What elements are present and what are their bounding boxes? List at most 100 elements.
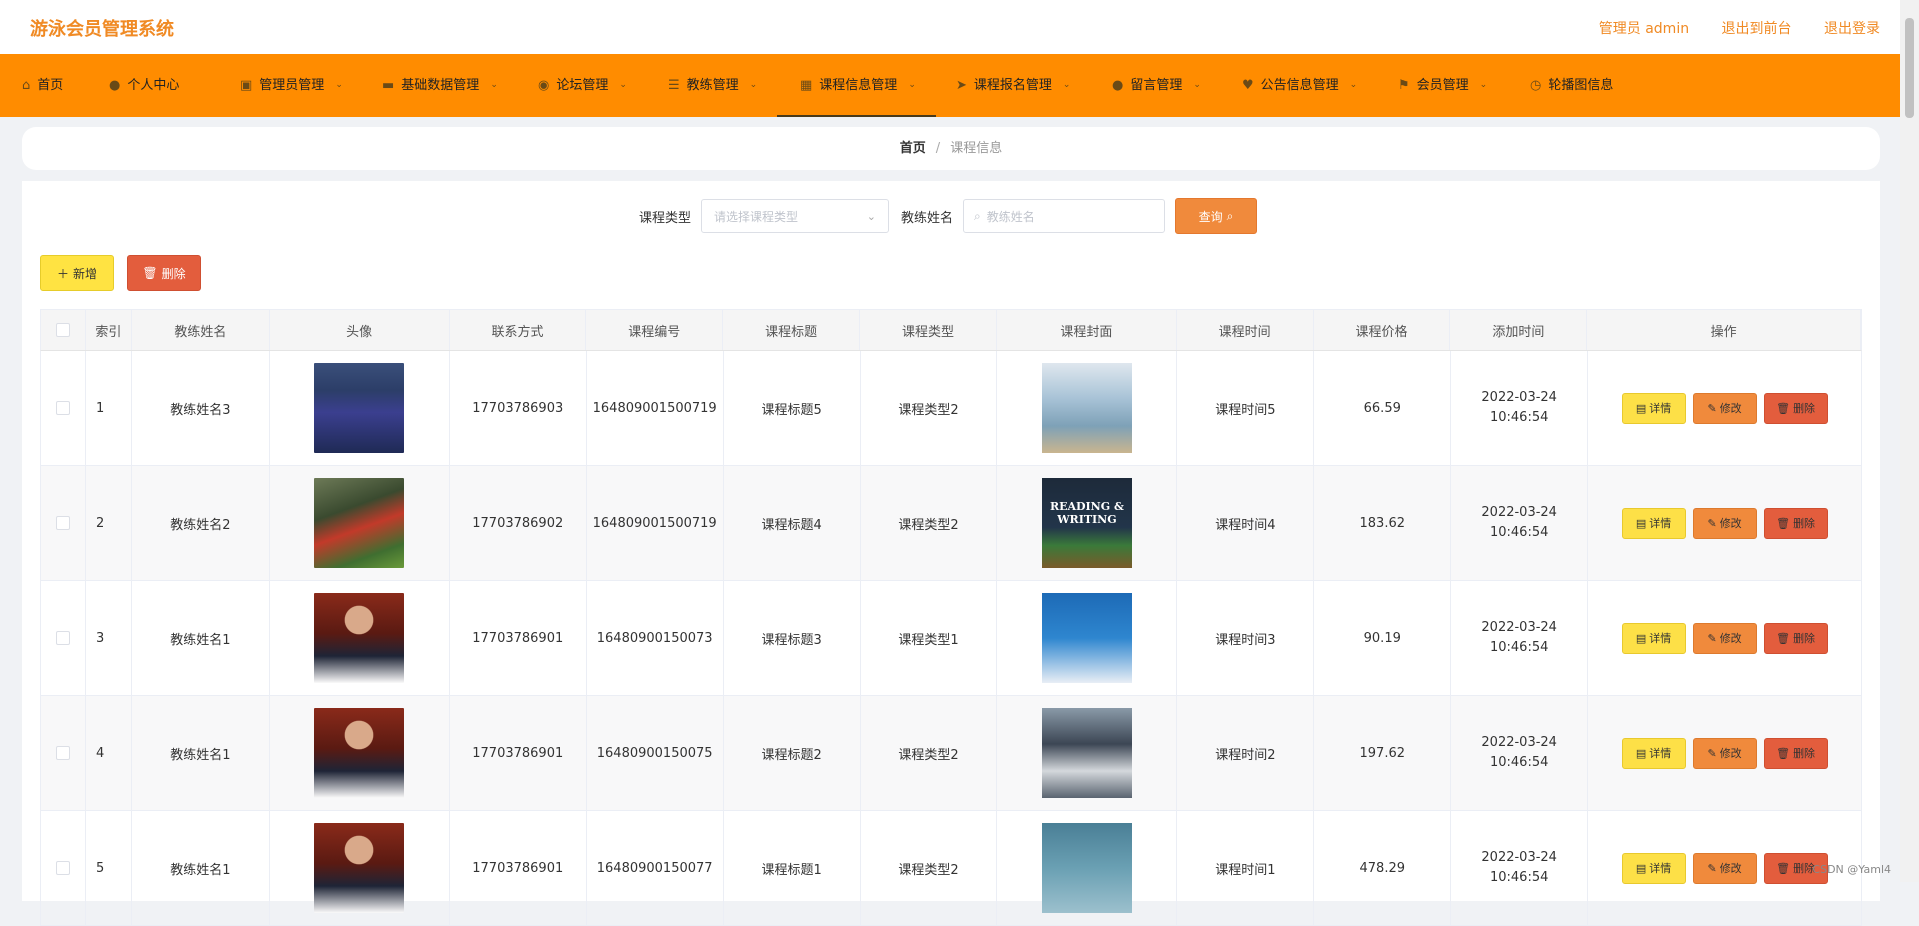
nav-item-carousel[interactable]: ◷ 轮播图信息 [1530, 54, 1613, 117]
nav-item-coach[interactable]: ☰ 教练管理 ⌄ [668, 54, 757, 117]
header-index: 索引 [86, 310, 132, 350]
scroll-thumb[interactable] [1905, 18, 1914, 118]
cell-time: 课程时间4 [1177, 466, 1315, 580]
nav-label: 会员管理 [1416, 78, 1469, 93]
delete-button[interactable]: 🗑 删除 [1763, 392, 1828, 424]
edit-button[interactable]: ✎ 修改 [1692, 737, 1757, 769]
chevron-down-icon: ⌄ [1349, 80, 1358, 90]
avatar-image[interactable] [314, 478, 405, 568]
edit-button[interactable]: ✎ 修改 [1692, 852, 1757, 884]
search-icon: ⌕ [1226, 208, 1234, 223]
cover-cell [997, 581, 1178, 695]
nav-item-course-signup[interactable]: ➤ 课程报名管理 ⌄ [956, 54, 1070, 117]
avatar-cell [270, 351, 450, 465]
cell-added: 2022-03-24 10:46:54 [1451, 581, 1589, 695]
add-button[interactable]: ＋ 新增 [40, 255, 114, 291]
cell-phone: 17703786902 [450, 466, 587, 580]
search-bar: 课程类型 请选择课程类型 ⌄ 教练姓名 ⌕ 教练姓名 查询 ⌕ [639, 198, 1258, 234]
logout-link[interactable]: 退出登录 [1824, 21, 1880, 37]
row-checkbox[interactable] [55, 861, 70, 875]
nav-item-member[interactable]: ⚑ 会员管理 ⌄ [1398, 54, 1487, 117]
document-icon: ▤ [1635, 401, 1647, 415]
row-checkbox[interactable] [55, 746, 70, 760]
avatar-image[interactable] [314, 363, 405, 453]
row-checkbox[interactable] [55, 516, 70, 530]
nav-label: 首页 [37, 78, 64, 93]
table-row: 5 教练姓名1 17703786901 16480900150077 课程标题1… [40, 811, 1862, 926]
avatar-image[interactable] [314, 593, 405, 683]
admin-user-link[interactable]: 管理员 admin [1599, 21, 1689, 37]
query-button[interactable]: 查询 ⌕ [1175, 198, 1258, 234]
detail-button[interactable]: ▤ 详情 [1621, 622, 1686, 654]
header-coach: 教练姓名 [132, 310, 270, 350]
cover-image[interactable] [1041, 363, 1132, 453]
cell-added: 2022-03-24 10:46:54 [1451, 466, 1589, 580]
breadcrumb-home[interactable]: 首页 [900, 141, 926, 156]
cover-image[interactable]: READING & WRITING [1041, 478, 1132, 568]
course-type-placeholder: 请选择课程类型 [714, 209, 799, 224]
select-all-checkbox[interactable] [55, 323, 70, 337]
front-link[interactable]: 退出到前台 [1722, 21, 1792, 37]
table-header: 索引 教练姓名 头像 联系方式 课程编号 课程标题 课程类型 课程封面 课程时间… [40, 309, 1862, 351]
award-icon: ♥ [1242, 78, 1254, 93]
cell-index: 4 [86, 696, 132, 810]
course-type-select[interactable]: 请选择课程类型 ⌄ [701, 199, 890, 233]
detail-label: 详情 [1649, 862, 1672, 875]
batch-delete-button[interactable]: 🗑 删除 [127, 255, 201, 291]
chevron-down-icon: ⌄ [490, 80, 498, 90]
clock-icon: ◷ [1530, 78, 1542, 93]
delete-button[interactable]: 🗑 删除 [1763, 737, 1828, 769]
cell-title: 课程标题4 [724, 466, 861, 580]
coach-name-input[interactable]: ⌕ 教练姓名 [963, 199, 1166, 233]
row-actions: ▤ 详情 ✎ 修改 🗑 删除 [1621, 507, 1828, 539]
row-checkbox[interactable] [55, 631, 70, 645]
edit-button[interactable]: ✎ 修改 [1692, 622, 1757, 654]
table-row: 2 教练姓名2 17703786902 164809001500719 课程标题… [40, 466, 1862, 581]
chevron-down-icon: ⌄ [1479, 80, 1488, 90]
delete-label: 删除 [1793, 517, 1816, 530]
avatar-cell [270, 696, 450, 810]
nav-item-notice[interactable]: ♥ 公告信息管理 ⌄ [1242, 54, 1357, 117]
cover-image[interactable] [1041, 593, 1132, 683]
avatar-image[interactable] [314, 708, 405, 798]
row-checkbox[interactable] [55, 401, 70, 415]
vertical-scrollbar[interactable] [1900, 0, 1919, 882]
delete-button[interactable]: 🗑 删除 [1763, 622, 1828, 654]
nav-item-forum[interactable]: ◉ 论坛管理 ⌄ [538, 54, 627, 117]
document-icon: ▤ [1635, 746, 1647, 760]
detail-button[interactable]: ▤ 详情 [1621, 852, 1686, 884]
cover-image[interactable] [1041, 708, 1132, 798]
header-code: 课程编号 [586, 310, 724, 350]
avatar-image[interactable] [314, 823, 405, 913]
cover-image[interactable] [1041, 823, 1132, 913]
table-row: 4 教练姓名1 17703786901 16480900150075 课程标题2… [40, 696, 1862, 811]
nav-item-basic-data[interactable]: ▬ 基础数据管理 ⌄ [382, 54, 498, 117]
cell-added: 2022-03-24 10:46:54 [1451, 351, 1589, 465]
chevron-down-icon: ⌄ [335, 80, 343, 90]
nav-item-message[interactable]: ● 留言管理 ⌄ [1112, 54, 1201, 117]
watermark: CSDN @Yaml4 [1812, 863, 1891, 876]
nav-item-admin[interactable]: ▣ 管理员管理 ⌄ [240, 54, 343, 117]
avatar-cell [270, 466, 450, 580]
database-icon: ◉ [538, 78, 550, 93]
detail-button[interactable]: ▤ 详情 [1621, 507, 1686, 539]
cell-price: 90.19 [1314, 581, 1452, 695]
delete-button[interactable]: 🗑 删除 [1763, 507, 1828, 539]
detail-button[interactable]: ▤ 详情 [1621, 737, 1686, 769]
row-check-cell [41, 466, 86, 580]
nav-item-course-info[interactable]: ▦ 课程信息管理 ⌄ [777, 54, 936, 117]
home-icon: ⌂ [22, 78, 31, 93]
cell-price: 197.62 [1314, 696, 1452, 810]
row-check-cell [41, 581, 86, 695]
edit-button[interactable]: ✎ 修改 [1692, 507, 1757, 539]
row-actions: ▤ 详情 ✎ 修改 🗑 删除 [1621, 852, 1828, 884]
row-check-cell [41, 811, 86, 925]
edit-label: 修改 [1719, 747, 1742, 760]
header-title: 课程标题 [723, 310, 861, 350]
delete-label: 删除 [1793, 402, 1816, 415]
edit-button[interactable]: ✎ 修改 [1692, 392, 1757, 424]
cell-phone: 17703786901 [450, 581, 587, 695]
detail-button[interactable]: ▤ 详情 [1621, 392, 1686, 424]
nav-item-profile[interactable]: ● 个人中心 [109, 54, 179, 117]
nav-item-home[interactable]: ⌂ 首页 [22, 54, 63, 117]
